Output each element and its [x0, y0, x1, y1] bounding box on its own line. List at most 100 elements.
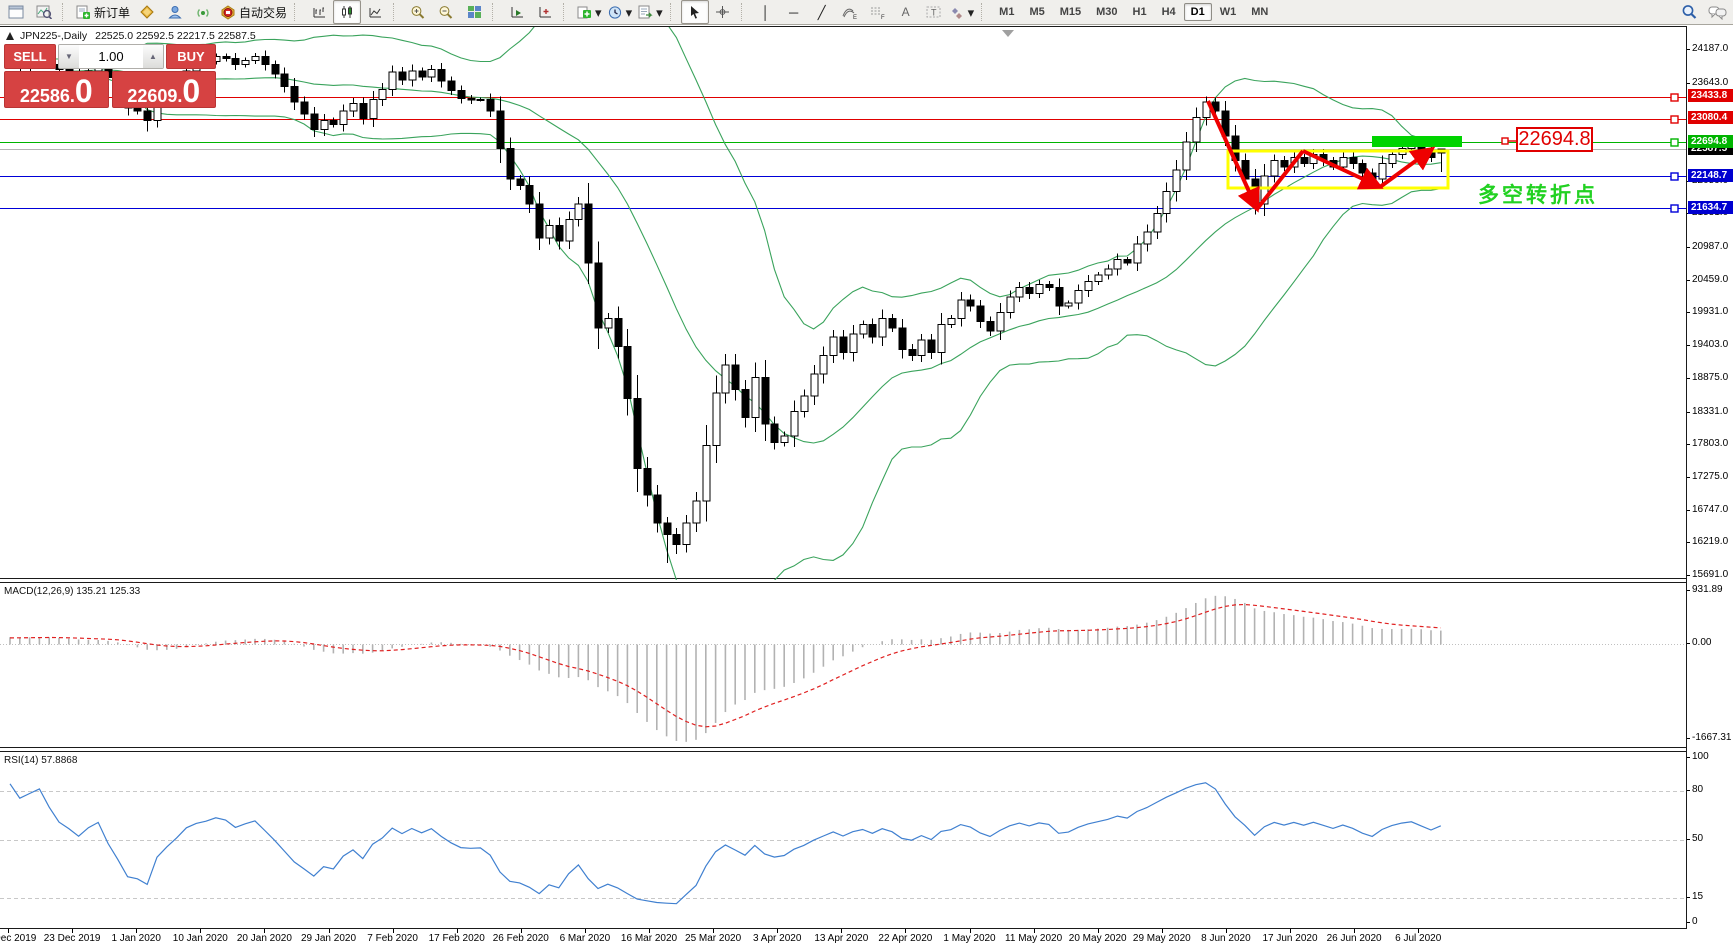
buy-button[interactable]: BUY: [166, 44, 216, 69]
rsi-tick-label: 50: [1692, 833, 1703, 844]
add-indicator-dropdown[interactable]: ▾: [574, 0, 605, 24]
date-tick-label: 16 Mar 2020: [621, 933, 677, 944]
buy-price-panel[interactable]: 22609.0: [112, 71, 217, 108]
new-order-button[interactable]: 新订单: [73, 0, 133, 24]
timeframe-MN[interactable]: MN: [1244, 3, 1275, 21]
price-tick-label: 16747.0: [1692, 504, 1728, 515]
price-tick-label: 23643.0: [1692, 77, 1728, 88]
price-callout-box[interactable]: 22694.8: [1516, 127, 1593, 152]
svg-text:T: T: [931, 8, 937, 18]
toolbar-separator: [670, 3, 678, 21]
cursor-tool[interactable]: [681, 0, 709, 24]
search-icon[interactable]: [1675, 0, 1703, 24]
price-tick-label: 17275.0: [1692, 471, 1728, 482]
toolbar-separator: [62, 3, 70, 21]
crosshair-tool[interactable]: [709, 0, 737, 24]
price-tick-label: 20459.0: [1692, 274, 1728, 285]
charts-toggle-icon[interactable]: [2, 0, 30, 24]
shapes-dropdown[interactable]: ▾: [948, 0, 978, 24]
period-marker-icon[interactable]: [531, 0, 559, 24]
timeframe-M1[interactable]: M1: [992, 3, 1021, 21]
date-tick-label: 13 Dec 2019: [0, 933, 36, 944]
level-price-badge: 23080.4: [1688, 111, 1733, 124]
zoom-in-icon[interactable]: [404, 0, 432, 24]
date-tick-label: 1 Jan 2020: [111, 933, 161, 944]
candlestick-chart-icon[interactable]: [333, 0, 361, 24]
date-tick-label: 17 Jun 2020: [1262, 933, 1317, 944]
toolbar-separator: [741, 3, 749, 21]
price-chart-pane[interactable]: [0, 26, 1686, 579]
volume-stepper: ▼ 1.00 ▲: [58, 44, 164, 69]
rsi-tick-label: 80: [1692, 784, 1703, 795]
tile-windows-icon[interactable]: [460, 0, 488, 24]
date-tick-label: 6 Mar 2020: [560, 933, 611, 944]
rsi-pane[interactable]: RSI(14) 57.8868: [0, 751, 1686, 929]
date-tick-label: 8 Jun 2020: [1201, 933, 1251, 944]
timeframe-D1[interactable]: D1: [1184, 3, 1212, 21]
date-tick-label: 22 Apr 2020: [878, 933, 932, 944]
price-tick-label: 15691.0: [1692, 569, 1728, 580]
signals-icon[interactable]: [189, 0, 217, 24]
rsi-label: RSI(14) 57.8868: [4, 755, 77, 766]
rsi-tick-label: 100: [1692, 751, 1709, 762]
rsi-layer: [0, 752, 1686, 930]
date-axis[interactable]: 13 Dec 201923 Dec 20191 Jan 202010 Jan 2…: [0, 929, 1733, 946]
date-tick-label: 23 Dec 2019: [44, 933, 101, 944]
sell-button[interactable]: SELL: [4, 44, 56, 69]
level-price-badge: 22694.8: [1688, 135, 1733, 148]
data-window-icon[interactable]: [161, 0, 189, 24]
svg-text:E: E: [853, 15, 857, 20]
zoom-out-icon[interactable]: [432, 0, 460, 24]
fibonacci-tool[interactable]: E: [836, 0, 864, 24]
chat-icon[interactable]: [1703, 0, 1731, 24]
new-order-label: 新订单: [94, 4, 130, 21]
svg-text:F: F: [881, 15, 885, 20]
date-tick-label: 26 Jun 2020: [1327, 933, 1382, 944]
autotrade-button[interactable]: 自动交易: [217, 0, 290, 24]
macd-tick-label: 931.89: [1692, 584, 1723, 595]
toolbar-separator: [981, 3, 989, 21]
macd-pane[interactable]: MACD(12,26,9) 135.21 125.33: [0, 582, 1686, 748]
trendline-tool[interactable]: ╱: [808, 0, 836, 24]
volume-decrease-button[interactable]: ▼: [59, 45, 79, 68]
text-tool[interactable]: A: [892, 0, 920, 24]
timeframe-M5[interactable]: M5: [1022, 3, 1051, 21]
price-tick-label: 18875.0: [1692, 372, 1728, 383]
sell-price-pip: 0: [75, 79, 93, 105]
template-dropdown[interactable]: ▾: [635, 0, 666, 24]
chart-title: JPN225-,Daily 22525.0 22592.5 22217.5 22…: [6, 30, 256, 42]
period-dropdown[interactable]: ▾: [605, 0, 636, 24]
bar-chart-icon[interactable]: [305, 0, 333, 24]
volume-value[interactable]: 1.00: [79, 45, 143, 68]
timeframe-M30[interactable]: M30: [1089, 3, 1124, 21]
sell-price: 22586.: [20, 87, 75, 105]
text-label-tool[interactable]: T: [920, 0, 948, 24]
chevron-down-icon: ▾: [626, 6, 633, 19]
line-chart-icon[interactable]: [361, 0, 389, 24]
fibo-grid-tool[interactable]: F: [864, 0, 892, 24]
candlestick-layer: [0, 27, 1686, 580]
volume-increase-button[interactable]: ▲: [143, 45, 163, 68]
symbol-name: JPN225-,Daily: [20, 30, 87, 42]
level-price-badge: 23433.8: [1688, 89, 1733, 102]
price-axis[interactable]: 24187.023643.022059.021531.020987.020459…: [1686, 26, 1733, 929]
price-tick-label: 20987.0: [1692, 241, 1728, 252]
level-price-badge: 22148.7: [1688, 169, 1733, 182]
timeframe-W1[interactable]: W1: [1213, 3, 1244, 21]
market-watch-icon[interactable]: [133, 0, 161, 24]
date-tick-label: 26 Feb 2020: [493, 933, 549, 944]
annotation-note[interactable]: 多空转折点: [1478, 179, 1598, 209]
indicator-list-icon[interactable]: [503, 0, 531, 24]
autotrade-label: 自动交易: [239, 4, 287, 21]
date-tick-label: 6 Jul 2020: [1395, 933, 1441, 944]
timeframe-H1[interactable]: H1: [1126, 3, 1154, 21]
horizontal-line-tool[interactable]: ─: [780, 0, 808, 24]
price-tick-label: 24187.0: [1692, 43, 1728, 54]
chart-profiles-icon[interactable]: [30, 0, 58, 24]
sell-price-panel[interactable]: 22586.0: [4, 71, 109, 108]
timeframe-M15[interactable]: M15: [1053, 3, 1088, 21]
timeframe-H4[interactable]: H4: [1155, 3, 1183, 21]
date-tick-label: 17 Feb 2020: [429, 933, 485, 944]
date-tick-label: 20 Jan 2020: [237, 933, 292, 944]
vertical-line-tool[interactable]: │: [752, 0, 780, 24]
